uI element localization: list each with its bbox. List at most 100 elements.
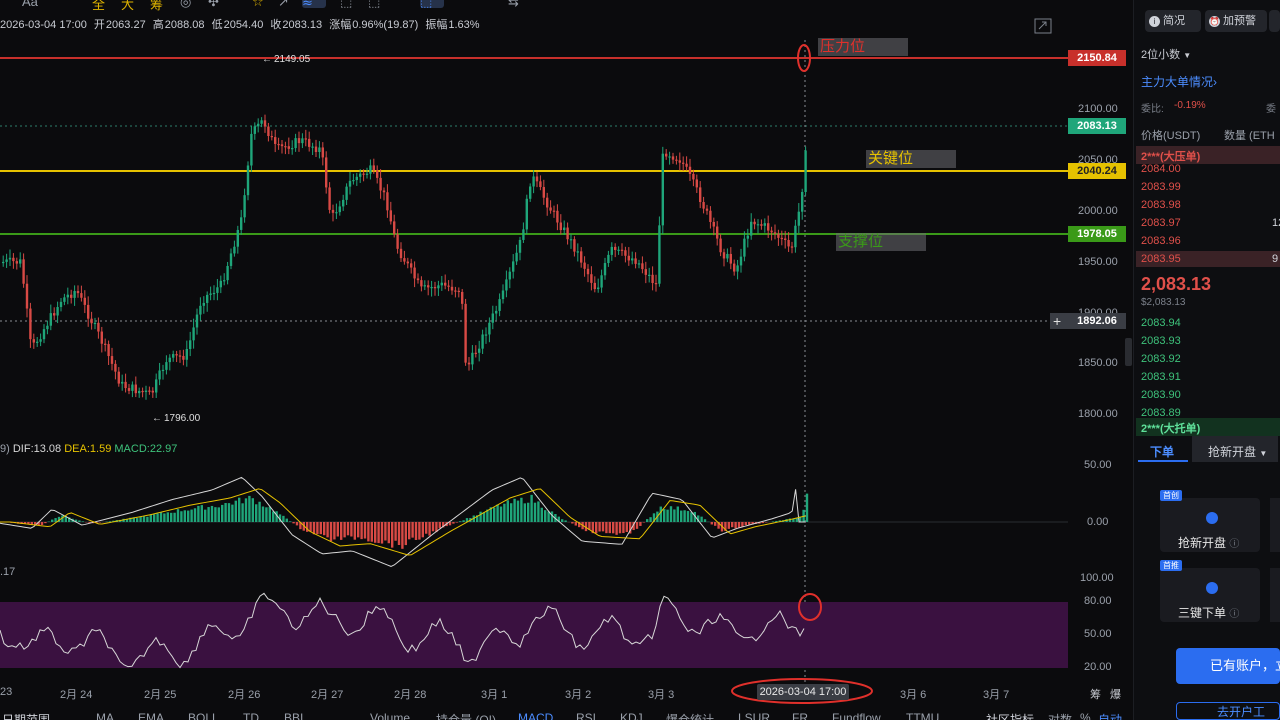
candle-body [675, 159, 678, 161]
resistance-label: 压力位 [818, 38, 908, 56]
bid-price[interactable]: 2083.90 [1141, 389, 1181, 401]
alert-button[interactable]: ⏰ 加预警 [1205, 10, 1267, 32]
candle-body [457, 290, 460, 293]
high-marker: 2149.05 [274, 54, 311, 65]
panel-collapse-handle[interactable] [1125, 338, 1132, 366]
macd-bar [224, 503, 227, 522]
ask-price[interactable]: 2083.99 [1141, 181, 1181, 193]
dea-value: 1.59 [89, 443, 112, 455]
candle-body [705, 208, 709, 211]
bid-price[interactable]: 2083.93 [1141, 335, 1181, 347]
ask-price[interactable]: 2083.95 [1141, 253, 1181, 265]
tab-order[interactable]: 下单 [1150, 443, 1174, 460]
candle-body [753, 221, 756, 225]
tab-ma[interactable]: MA [96, 711, 114, 720]
rsi-axis-tick: 100.00 [1080, 572, 1114, 584]
card-quick-open[interactable]: 首创 抢新开盘 ⓘ [1160, 490, 1260, 552]
macd-bar [737, 522, 741, 528]
tab-boll[interactable]: BOLL [188, 711, 219, 720]
bid-price[interactable]: 2083.91 [1141, 371, 1181, 383]
tab-auto[interactable]: 自动 [1098, 711, 1122, 720]
candle-body [189, 340, 192, 350]
rsi-axis-tick: 80.00 [1084, 595, 1112, 607]
ask-price[interactable]: 2083.96 [1141, 235, 1181, 247]
tab-ema[interactable]: EMA [138, 711, 164, 720]
macd-bar [516, 500, 520, 522]
candle-body [229, 253, 233, 266]
macd-bar [598, 522, 601, 532]
candle-body [508, 271, 511, 280]
candle-body [250, 133, 253, 166]
tab-volume[interactable]: Volume [370, 711, 410, 720]
macd-bar [625, 522, 628, 532]
candle-body [593, 282, 596, 290]
help-icon[interactable]: ⓘ [1229, 609, 1239, 620]
macd-bar [503, 503, 506, 522]
tab-ttmu[interactable]: TTMU [906, 711, 939, 720]
macd-bar [153, 514, 156, 522]
liquidation-button[interactable]: 爆 [1110, 686, 1121, 702]
tab-fundflow[interactable]: Fundflow [832, 711, 881, 720]
tab-open[interactable]: 抢新开盘 ▼ [1208, 443, 1267, 460]
candle-body [240, 217, 243, 230]
big-orders-link[interactable]: 主力大单情况› [1141, 73, 1217, 90]
candle-body [22, 259, 25, 284]
ask-price[interactable]: 2083.97 [1141, 217, 1181, 229]
tab-date-range[interactable]: 日期范围 [2, 711, 50, 720]
macd-bar [527, 502, 530, 522]
price-chart[interactable]: ← 2149.05 ← 1796.00 + [0, 0, 1130, 708]
tab-lsur[interactable]: LSUR [738, 711, 770, 720]
macd-bar [646, 519, 649, 522]
macd-axis-tick: 0.00 [1087, 516, 1109, 528]
date-tick: 2月 28 [394, 689, 427, 701]
decimal-select[interactable]: 2位小数 ▼ [1141, 46, 1191, 62]
tab-oi[interactable]: 持仓量 (OI) [436, 711, 496, 720]
tab-community[interactable]: 社区指标 [986, 711, 1034, 720]
tab-kdj[interactable]: KDJ [620, 711, 643, 720]
tab-percent[interactable]: % [1080, 711, 1091, 720]
login-button[interactable]: 已有账户，立 [1176, 648, 1280, 684]
candle-body [498, 299, 501, 311]
tab-macd[interactable]: MACD [518, 711, 553, 720]
candle-body [505, 279, 508, 291]
tab-rsi[interactable]: RSI [576, 711, 596, 720]
macd-bar [234, 500, 237, 522]
macd-bar [673, 509, 676, 522]
macd-axis-tick: 50.00 [1084, 459, 1112, 471]
macd-bar [618, 522, 622, 534]
candle-body [355, 176, 358, 181]
tab-bbi[interactable]: BBI [284, 711, 303, 720]
macd-bar [374, 522, 377, 543]
overview-button[interactable]: i 简况 [1145, 10, 1201, 32]
ask-price[interactable]: 2084.00 [1141, 163, 1181, 175]
more-button[interactable] [1269, 10, 1280, 32]
ask-price[interactable]: 2083.98 [1141, 199, 1181, 211]
col-price-header: 价格(USDT) [1141, 130, 1201, 142]
candle-body [212, 292, 216, 295]
candle-body [138, 390, 141, 394]
macd-bar [244, 498, 248, 522]
macd-bar [428, 522, 431, 536]
help-icon[interactable]: ⓘ [1229, 539, 1239, 550]
macd-bar [343, 522, 346, 538]
candle-body [345, 186, 348, 200]
candle-body [495, 310, 498, 314]
bid-price[interactable]: 2083.92 [1141, 353, 1181, 365]
candle-body [308, 138, 311, 147]
tab-log[interactable]: 对数 [1048, 711, 1072, 720]
candle-body [151, 390, 154, 393]
candle-body [185, 349, 188, 360]
chips-button[interactable]: 筹 [1090, 686, 1101, 702]
candle-body [83, 297, 86, 305]
candle-body [49, 313, 52, 326]
macd-bar [431, 522, 435, 532]
candle-body [100, 331, 103, 344]
tab-fr[interactable]: FR [792, 711, 808, 720]
open-account-button[interactable]: 去开户工 [1176, 702, 1280, 720]
card-three-key[interactable]: 首推 三键下单 ⓘ [1160, 560, 1260, 622]
tab-td[interactable]: TD [243, 711, 259, 720]
macd-bar [231, 504, 234, 522]
tab-liquidation[interactable]: 爆仓统计 [666, 711, 714, 720]
candle-body [797, 211, 800, 226]
bid-price[interactable]: 2083.94 [1141, 317, 1181, 329]
